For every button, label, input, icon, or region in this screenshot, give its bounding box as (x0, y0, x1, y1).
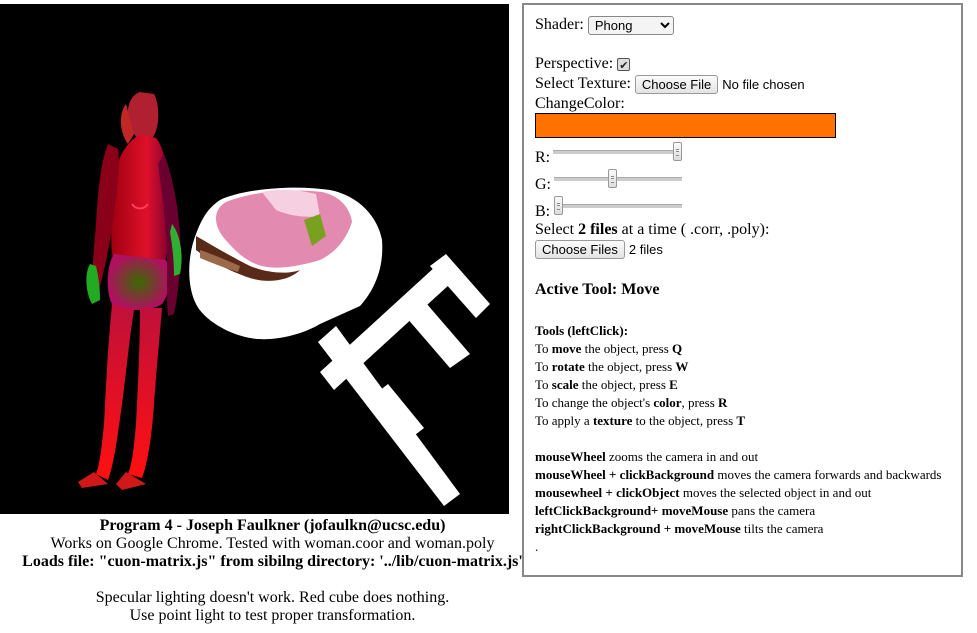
r-slider[interactable] (553, 142, 682, 161)
texture-status: No file chosen (722, 76, 805, 92)
caption-browser-note: Works on Google Chrome. Tested with woma… (50, 535, 495, 552)
perspective-checkbox[interactable] (617, 56, 631, 75)
caption-lighting-note: Specular lighting doesn't work. Red cube… (95, 589, 450, 606)
select-files-label: Select 2 files at a time ( .corr, .poly)… (535, 221, 770, 238)
choose-files-button[interactable]: Choose Files (535, 239, 625, 259)
mouse-controls-list: mouseWheel zooms the camera in and out m… (535, 448, 941, 556)
perspective-label: Perspective: (535, 55, 614, 72)
mouse-item: rightClickBackground + moveMouse tilts t… (535, 521, 824, 536)
woman-model[interactable] (78, 92, 182, 490)
active-tool-heading: Active Tool: Move (535, 281, 660, 298)
files-row: Choose Files 2 files (535, 239, 663, 259)
tool-item: To apply a texture to the object, press … (535, 413, 746, 428)
color-swatch (535, 113, 836, 138)
shader-select[interactable]: Phong (587, 15, 674, 35)
b-slider[interactable] (554, 196, 682, 215)
scene-render (78, 92, 490, 506)
texture-row: Select Texture: Choose File No file chos… (535, 74, 805, 94)
files-status: 2 files (628, 241, 663, 257)
mouse-item: mouseWheel + clickBackground moves the c… (535, 467, 942, 482)
tool-item: To scale the object, press E (535, 377, 678, 392)
trailing-dot: . (535, 539, 539, 554)
texture-label: Select Texture: (535, 75, 631, 92)
g-label: G: (535, 176, 551, 193)
g-slider-thumb[interactable] (608, 169, 617, 188)
control-panel: Shader: Phong Perspective: Select Textur… (522, 3, 963, 577)
shader-row: Shader: Phong (535, 15, 674, 35)
change-color-label: ChangeColor: (535, 95, 625, 112)
tool-item: To change the object's color, press R (535, 395, 728, 410)
caption-title: Program 4 - Joseph Faulkner (jofaulkn@uc… (99, 517, 446, 534)
b-slider-thumb[interactable] (554, 196, 563, 215)
caption-pointlight-note: Use point light to test proper transform… (129, 607, 416, 624)
caption-load-note: Loads file: "cuon-matrix.js" from sibiln… (22, 553, 523, 570)
mouse-item: leftClickBackground+ moveMouse pans the … (535, 503, 816, 518)
perspective-row: Perspective: (535, 54, 631, 75)
r-label: R: (535, 149, 551, 166)
key-object[interactable] (189, 187, 490, 506)
webgl-canvas[interactable] (0, 4, 509, 514)
mouse-item: mouseWheel zooms the camera in and out (535, 449, 759, 464)
g-slider[interactable] (554, 169, 682, 188)
tool-item: To rotate the object, press W (535, 359, 689, 374)
choose-texture-button[interactable]: Choose File (634, 74, 719, 94)
tools-list: Tools (leftClick): To move the object, p… (535, 322, 745, 430)
tools-header: Tools (leftClick): (535, 323, 629, 338)
b-label: B: (535, 203, 551, 220)
program-caption: Program 4 - Joseph Faulkner (jofaulkn@uc… (0, 517, 545, 625)
tool-item: To move the object, press Q (535, 341, 683, 356)
shader-label: Shader: (535, 16, 584, 33)
mouse-item: mousewheel + clickObject moves the selec… (535, 485, 872, 500)
r-slider-thumb[interactable] (673, 142, 682, 161)
